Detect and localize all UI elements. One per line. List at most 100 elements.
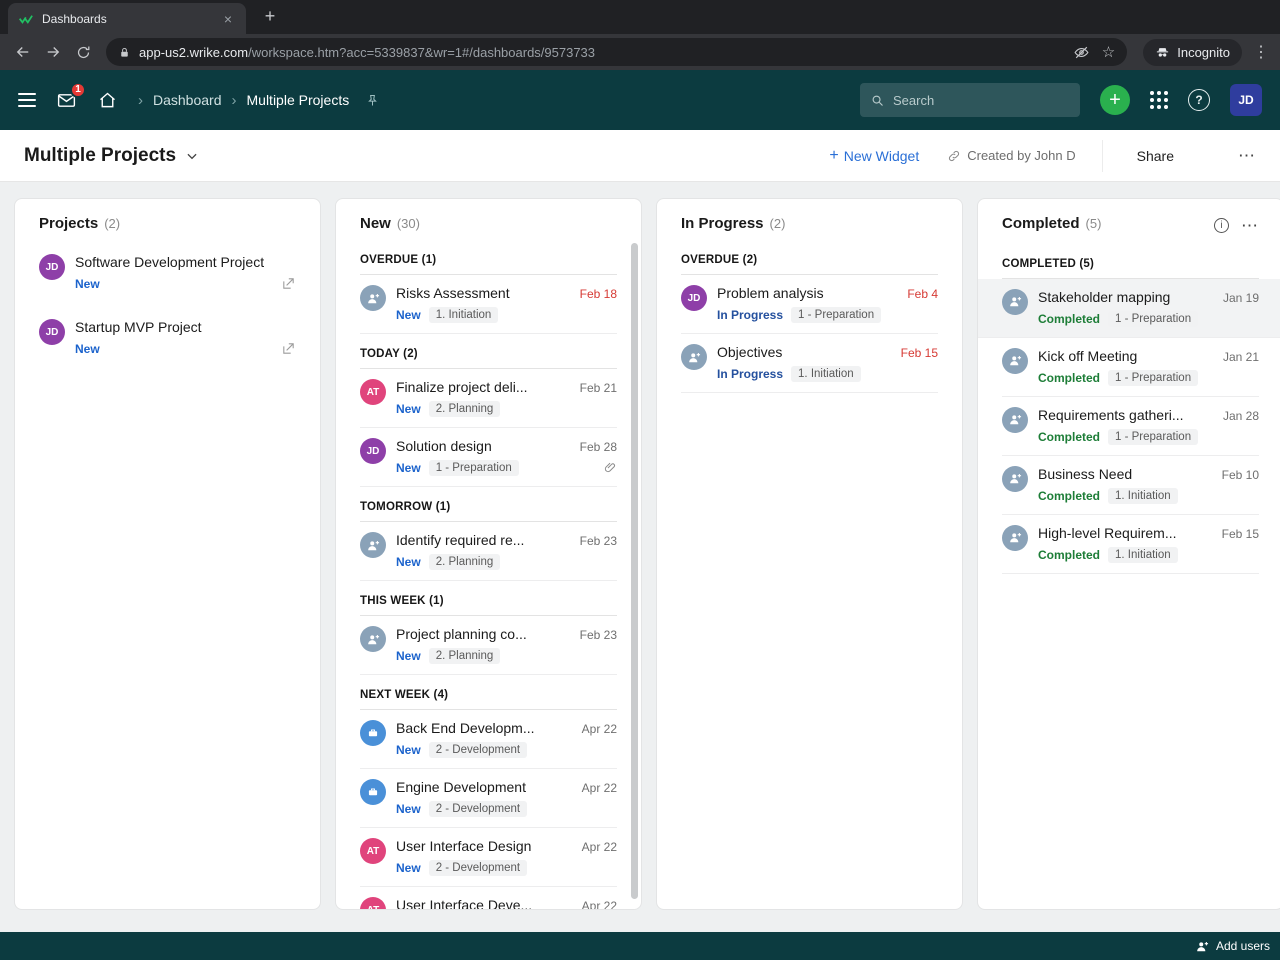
incognito-badge: Incognito	[1143, 38, 1242, 66]
open-task-icon[interactable]	[281, 276, 296, 291]
task-row[interactable]: Engine Development Apr 22 New 2 - Developme…	[360, 769, 617, 828]
breadcrumb-separator: ›	[231, 91, 237, 109]
task-line1: Project planning co... Feb 23	[396, 626, 617, 642]
section-header: OVERDUE (2)	[681, 254, 938, 275]
help-icon[interactable]: ?	[1188, 89, 1210, 111]
task-line1: Kick off Meeting Jan 21	[1038, 348, 1259, 364]
widget-title: Projects	[39, 215, 99, 232]
task-stage-badge: 1. Initiation	[791, 366, 861, 382]
browser-tab-strip: Dashboards × +	[0, 0, 1280, 34]
new-widget-button[interactable]: + New Widget	[829, 147, 947, 165]
home-button[interactable]	[97, 90, 118, 111]
tracking-protection-icon[interactable]	[1073, 44, 1090, 61]
hamburger-menu-icon[interactable]	[18, 89, 36, 111]
task-row[interactable]: Stakeholder mapping Jan 19 Completed 1 - Pr…	[978, 278, 1280, 338]
task-title: Risks Assessment	[396, 285, 510, 301]
task-row[interactable]: JD Solution design Feb 28 New 1 - Preparatio…	[360, 428, 617, 487]
widget-count: (5)	[1085, 216, 1102, 231]
search-input[interactable]	[893, 92, 1053, 108]
project-status: New	[75, 276, 100, 291]
task-stage-badge: 1 - Preparation	[1108, 310, 1199, 327]
task-row[interactable]: Project planning co... Feb 23 New 2. Planni…	[360, 616, 617, 675]
bookmark-star-icon[interactable]: ☆	[1102, 43, 1115, 61]
created-by-label: Created by John D	[967, 148, 1076, 163]
task-line1: Solution design Feb 28	[396, 438, 617, 454]
task-row[interactable]: Objectives Feb 15 In Progress 1. Initiation	[681, 334, 938, 393]
task-title: Business Need	[1038, 465, 1133, 482]
task-due-date: Feb 15	[1221, 526, 1259, 541]
task-row[interactable]: Risks Assessment Feb 18 New 1. Initiation	[360, 275, 617, 334]
info-icon[interactable]: i	[1214, 218, 1229, 233]
url-domain: app-us2.wrike.com	[139, 44, 249, 60]
task-line1: Objectives Feb 15	[717, 344, 938, 360]
task-title: Finalize project deli...	[396, 379, 528, 395]
task-stage-badge: 1 - Preparation	[1108, 369, 1199, 386]
widget-completed: Completed (5) i ⋯ COMPLETED (5) Stakeholder m…	[977, 198, 1280, 910]
task-row[interactable]: ATUser Interface Deve...Apr 22New2 - Dev…	[360, 887, 617, 909]
task-status: Completed	[1038, 429, 1101, 444]
task-row[interactable]: Identify required re... Feb 23 New 2. Plann…	[360, 522, 617, 581]
task-main: Engine Development Apr 22 New 2 - Developme…	[396, 779, 617, 817]
task-row[interactable]: JD Problem analysis Feb 4 In Progress 1 - Pr…	[681, 275, 938, 334]
new-tab-button[interactable]: +	[258, 6, 282, 27]
browser-menu-icon[interactable]: ⋮	[1250, 42, 1272, 62]
create-new-button[interactable]: +	[1100, 85, 1130, 115]
inbox-button[interactable]: 1	[56, 81, 86, 111]
open-task-icon[interactable]	[281, 341, 296, 356]
url-bar[interactable]: app-us2.wrike.com/workspace.htm?acc=5339…	[106, 38, 1128, 66]
task-title: Engine Development	[396, 779, 526, 795]
task-status: New	[396, 308, 421, 322]
share-button[interactable]: Share	[1101, 139, 1208, 172]
widget-new: New (30) OVERDUE (1) Risks Assessment Feb 18…	[335, 198, 642, 910]
add-users-button[interactable]: Add users	[1216, 939, 1270, 953]
breadcrumb-current[interactable]: Multiple Projects	[247, 92, 350, 108]
bottom-bar: Add users	[0, 932, 1280, 960]
browser-tab[interactable]: Dashboards ×	[8, 3, 246, 34]
task-status: Completed	[1038, 311, 1101, 326]
project-line1: Software Development Project	[75, 254, 296, 270]
task-title: Stakeholder mapping	[1038, 288, 1171, 305]
unassigned-avatar-icon	[360, 532, 386, 558]
task-row[interactable]: Kick off Meeting Jan 21 Completed 1 - Prepa…	[1002, 338, 1259, 397]
forward-icon[interactable]	[38, 37, 68, 67]
back-icon[interactable]	[8, 37, 38, 67]
inbox-unread-badge: 1	[70, 81, 86, 98]
task-status: In Progress	[717, 367, 784, 381]
task-row[interactable]: High-level Requirem... Feb 15 Completed 1. …	[1002, 515, 1259, 574]
pin-icon[interactable]	[365, 93, 380, 108]
task-status: In Progress	[717, 308, 784, 322]
widget-menu-icon[interactable]: ⋯	[1241, 216, 1259, 236]
task-due-date: Feb 28	[579, 440, 617, 454]
task-line2: New 2. Planning	[396, 648, 617, 664]
section-header: TODAY (2)	[360, 348, 617, 369]
task-due-date: Jan 21	[1222, 349, 1259, 364]
task-due-date: Feb 21	[579, 381, 617, 395]
task-line1: Problem analysis Feb 4	[717, 285, 938, 301]
search-icon	[870, 93, 885, 108]
project-row[interactable]: JD Startup MVP Project New	[39, 305, 296, 370]
apps-grid-icon[interactable]	[1150, 91, 1168, 109]
project-line2: New	[75, 276, 296, 291]
project-row[interactable]: JD Software Development Project New	[39, 240, 296, 305]
breadcrumb-dashboard[interactable]: Dashboard	[153, 92, 222, 108]
task-stage-badge: 2 - Development	[428, 801, 528, 817]
task-row[interactable]: Back End Developm... Apr 22 New 2 - Develop…	[360, 710, 617, 769]
task-row[interactable]: AT Finalize project deli... Feb 21 New 2. Pl…	[360, 369, 617, 428]
url-path: /workspace.htm?acc=5339837&wr=1#/dashboa…	[248, 44, 596, 60]
task-row[interactable]: Business Need Feb 10 Completed 1. Initiatio…	[1002, 456, 1259, 515]
user-avatar[interactable]: JD	[1230, 84, 1262, 116]
scrollbar-thumb[interactable]	[631, 243, 638, 899]
task-line1: Identify required re... Feb 23	[396, 532, 617, 548]
page-menu-icon[interactable]: ⋯	[1208, 146, 1256, 166]
task-row[interactable]: AT User Interface Design Apr 22 New 2 - Deve…	[360, 828, 617, 887]
task-stage-badge: 1 - Preparation	[428, 460, 519, 476]
task-row[interactable]: Requirements gatheri... Jan 28 Completed 1 …	[1002, 397, 1259, 456]
task-stage-badge: 2. Planning	[428, 554, 501, 570]
search-box[interactable]	[860, 83, 1080, 117]
task-line1: High-level Requirem... Feb 15	[1038, 525, 1259, 541]
widget-count: (2)	[769, 216, 786, 231]
reload-icon[interactable]	[68, 37, 98, 67]
dashboard-title-button[interactable]: Multiple Projects	[24, 145, 199, 167]
tab-close-icon[interactable]: ×	[220, 11, 236, 27]
task-main: Project planning co... Feb 23 New 2. Planni…	[396, 626, 617, 664]
